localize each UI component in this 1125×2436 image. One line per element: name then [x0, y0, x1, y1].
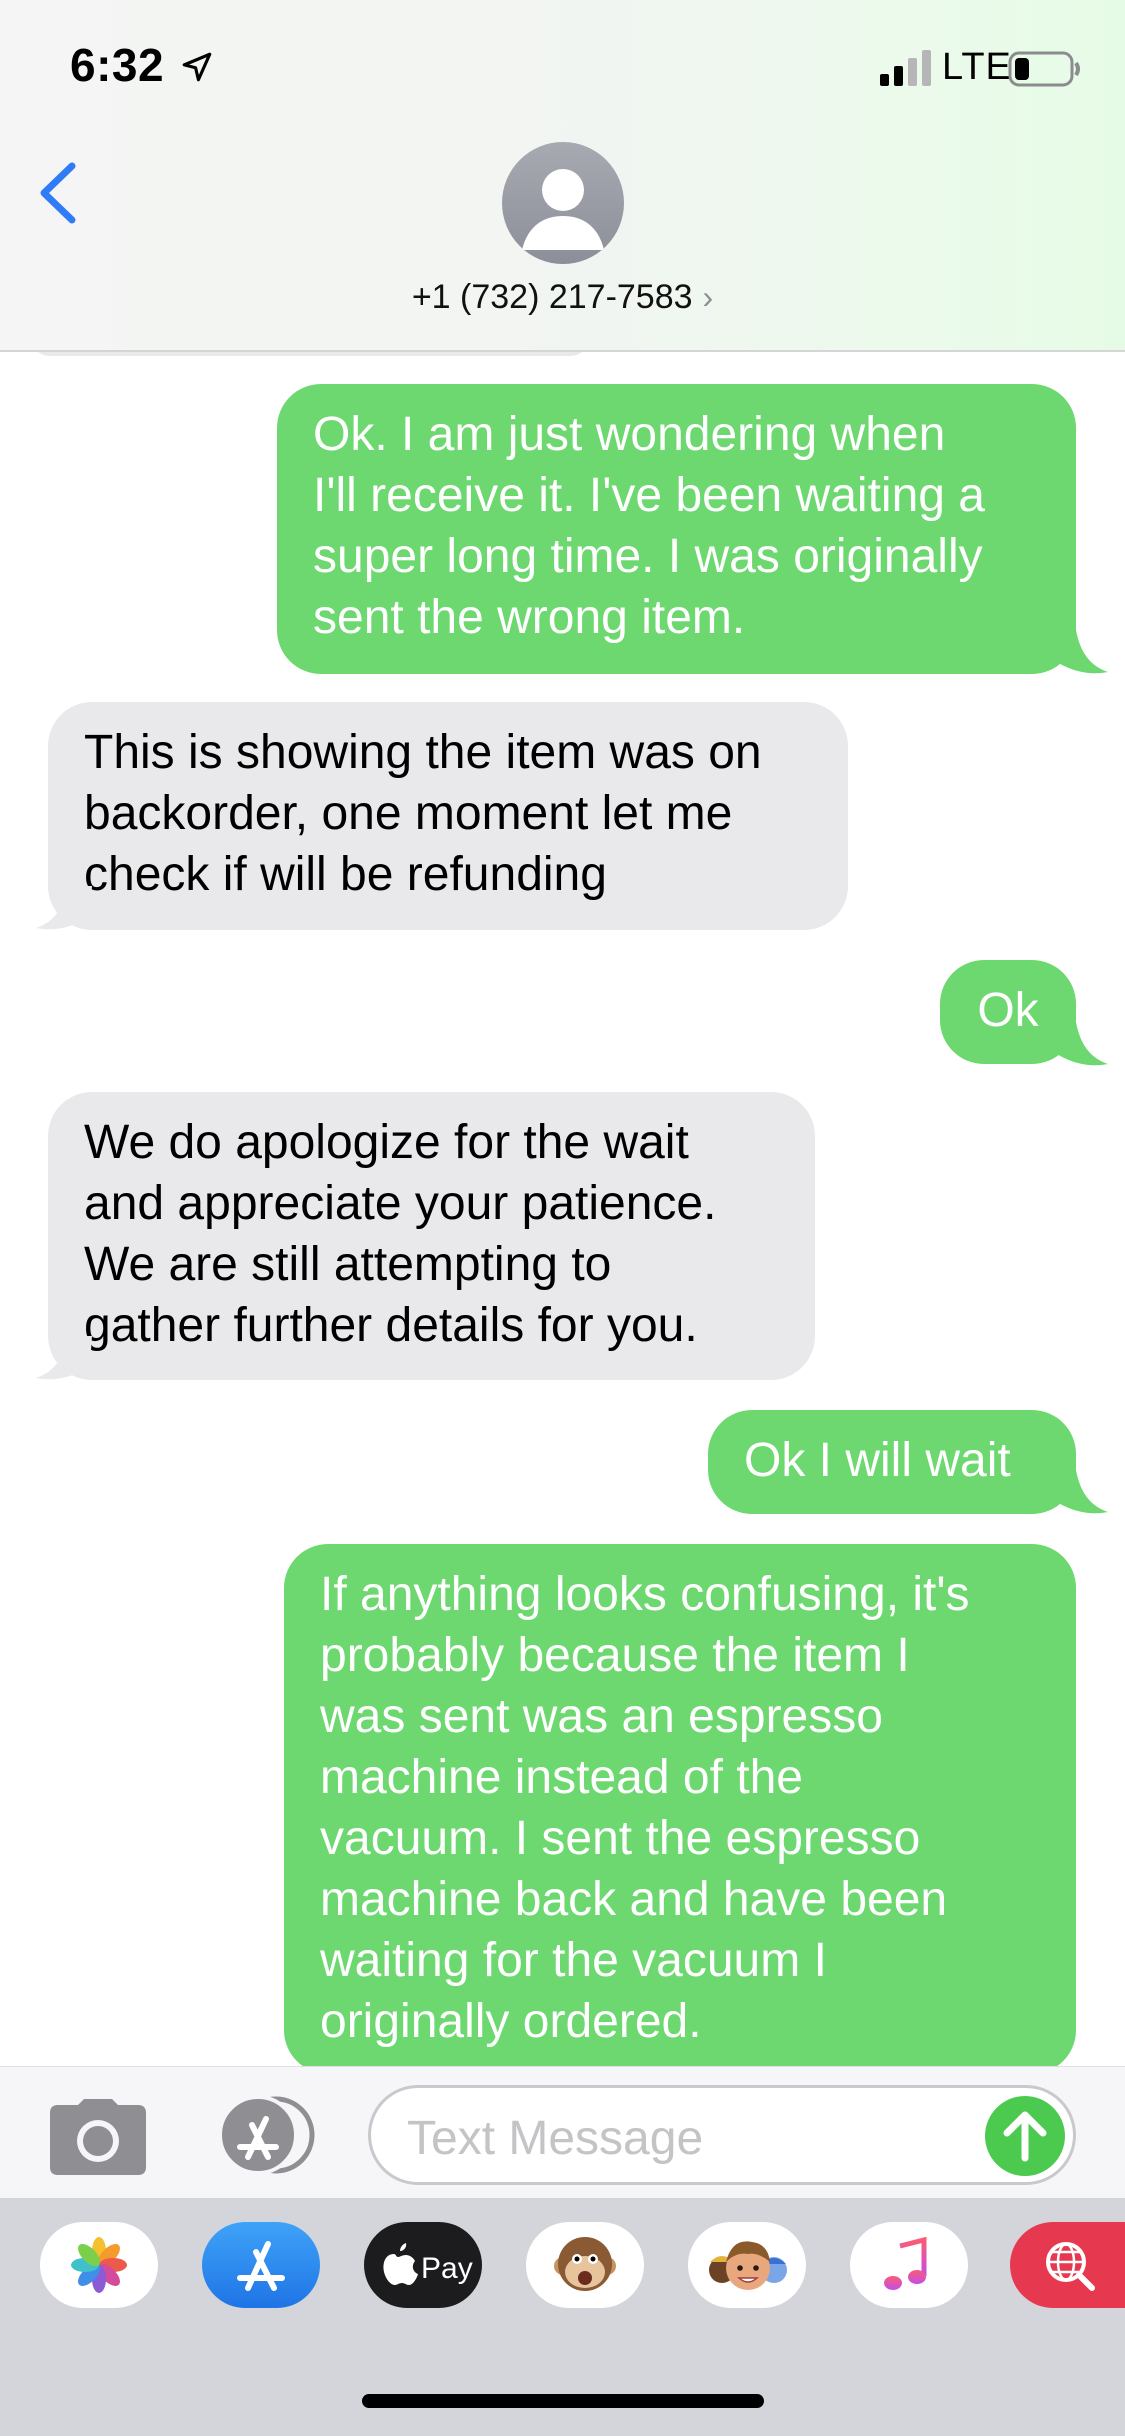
bubble-tail — [36, 886, 92, 930]
sent-message-bubble[interactable]: Ok. I am just wondering when I'll receiv… — [277, 384, 1076, 674]
apple-pay-app-button[interactable]: Pay — [364, 2222, 482, 2308]
message-text-input[interactable] — [407, 2110, 967, 2166]
animoji-icon — [554, 2237, 616, 2291]
sent-message-bubble[interactable]: If anything looks confusing, it's probab… — [284, 1544, 1076, 2074]
message-input-field[interactable] — [368, 2085, 1076, 2185]
contact-avatar[interactable] — [502, 142, 624, 264]
conversation-header: 6:32 LTE +1 (732) 217-7583 › — [0, 0, 1125, 352]
battery-icon — [1008, 51, 1080, 87]
bubble-tail — [1052, 630, 1108, 674]
sent-message-bubble[interactable]: Ok I will wait — [708, 1410, 1076, 1514]
app-store-app-button[interactable] — [202, 2222, 320, 2308]
animoji-app-button[interactable] — [526, 2222, 644, 2308]
received-message-bubble[interactable]: We do apologize for the wait and appreci… — [48, 1092, 815, 1380]
memoji-icon — [709, 2241, 787, 2290]
back-chevron-icon[interactable] — [30, 158, 90, 228]
apple-pay-icon: Pay — [383, 2243, 473, 2285]
arrow-up-icon — [1003, 2111, 1047, 2162]
bubble-tail — [36, 1336, 92, 1380]
network-type-label: LTE — [942, 46, 1012, 88]
received-message-bubble[interactable]: This is showing the item was on backorde… — [48, 702, 848, 930]
music-icon — [884, 2236, 927, 2290]
contact-phone-number: +1 (732) 217-7583 — [411, 278, 693, 316]
photos-icon — [71, 2237, 127, 2293]
apple-pay-label: Pay — [421, 2252, 473, 2285]
person-placeholder-icon — [522, 169, 604, 250]
location-arrow-icon — [182, 52, 212, 82]
compose-bar — [0, 2066, 1125, 2198]
home-indicator[interactable] — [362, 2394, 764, 2408]
bubble-tail — [1052, 1470, 1108, 1514]
music-app-button[interactable] — [850, 2222, 968, 2308]
bubble-tail — [1052, 1022, 1108, 1066]
cellular-signal-icon — [880, 50, 931, 86]
send-button[interactable] — [985, 2096, 1065, 2176]
camera-icon[interactable] — [50, 2099, 146, 2175]
chevron-right-icon: › — [702, 279, 714, 315]
contact-name-button[interactable]: +1 (732) 217-7583 › — [0, 278, 1125, 317]
web-search-app-button[interactable] — [1010, 2222, 1125, 2308]
memoji-app-button[interactable] — [688, 2222, 806, 2308]
status-time: 6:32 — [70, 39, 165, 91]
app-store-icon — [237, 2241, 285, 2291]
web-search-icon — [1046, 2242, 1095, 2291]
photos-app-button[interactable] — [40, 2222, 158, 2308]
app-store-drawer-icon[interactable] — [208, 2095, 318, 2175]
